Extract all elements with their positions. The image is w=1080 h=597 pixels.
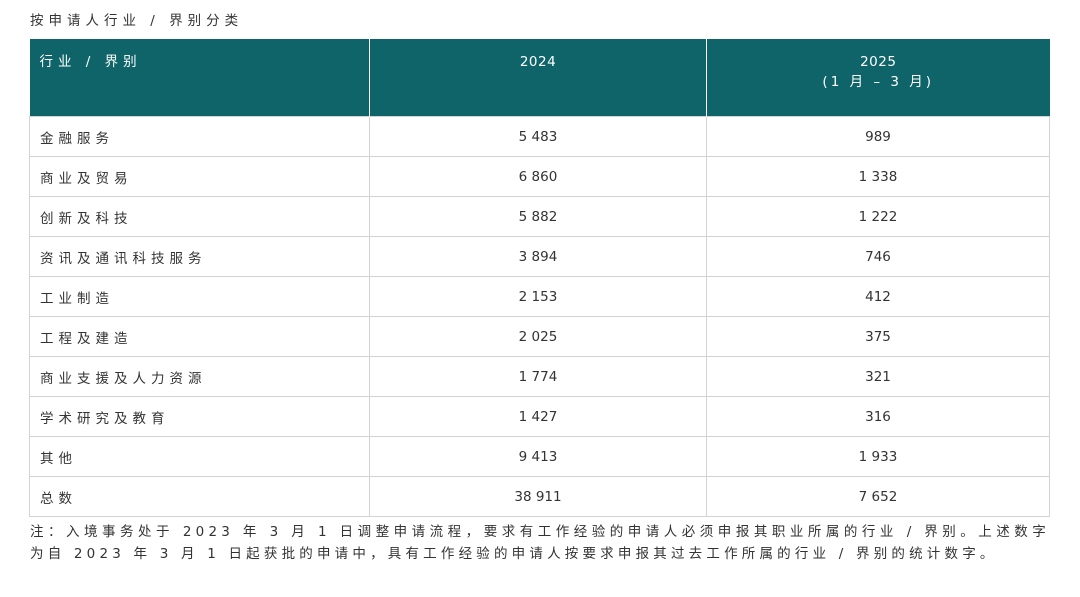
header-category: 行业 / 界别 [29,39,370,117]
table-row-total: 总数 38 911 7 652 [29,476,1050,517]
table-row: 工程及建造 2 025 375 [29,316,1050,357]
value-2025: 375 [706,316,1050,357]
value-2025: 7 652 [706,476,1050,517]
table-row: 商业支援及人力资源 1 774 321 [29,356,1050,397]
table-body: 金融服务 5 483 989 商业及贸易 6 860 1 338 创新及科技 5… [29,116,1050,517]
row-label: 商业及贸易 [29,156,370,197]
value-2025: 1 933 [706,436,1050,477]
row-label: 创新及科技 [29,196,370,237]
value-2024: 2 025 [369,316,707,357]
value-2025: 321 [706,356,1050,397]
value-2024: 38 911 [369,476,707,517]
header-row: 行业 / 界别 2024 2025 (1 月 – 3 月) [29,39,1050,117]
row-label: 金融服务 [29,116,370,157]
value-2024: 1 427 [369,396,707,437]
table-row: 商业及贸易 6 860 1 338 [29,156,1050,197]
value-2024: 2 153 [369,276,707,317]
value-2025: 1 222 [706,196,1050,237]
table-row: 学术研究及教育 1 427 316 [29,396,1050,437]
value-2024: 1 774 [369,356,707,397]
header-2024: 2024 [369,39,707,117]
table-header: 行业 / 界别 2024 2025 (1 月 – 3 月) [29,39,1050,117]
value-2024: 9 413 [369,436,707,477]
header-2025-period: (1 月 – 3 月) [822,74,935,90]
row-label: 其他 [29,436,370,477]
value-2024: 6 860 [369,156,707,197]
value-2025: 316 [706,396,1050,437]
row-label: 商业支援及人力资源 [29,356,370,397]
value-2024: 5 882 [369,196,707,237]
row-label: 总数 [29,476,370,517]
value-2025: 989 [706,116,1050,157]
table-row: 金融服务 5 483 989 [29,116,1050,157]
row-label: 工程及建造 [29,316,370,357]
value-2025: 746 [706,236,1050,277]
value-2025: 412 [706,276,1050,317]
footnote: 注：入境事务处于 2023 年 3 月 1 日调整申请流程，要求有工作经验的申请… [30,524,1050,562]
table-row: 其他 9 413 1 933 [29,436,1050,477]
table-row: 工业制造 2 153 412 [29,276,1050,317]
value-2024: 5 483 [369,116,707,157]
table-caption: 按申请人行业 / 界别分类 [30,13,244,29]
value-2025: 1 338 [706,156,1050,197]
statistics-table: 行业 / 界别 2024 2025 (1 月 – 3 月) 金融服务 5 483… [29,39,1050,517]
table-row: 创新及科技 5 882 1 222 [29,196,1050,237]
row-label: 资讯及通讯科技服务 [29,236,370,277]
table-row: 资讯及通讯科技服务 3 894 746 [29,236,1050,277]
header-2025: 2025 (1 月 – 3 月) [706,39,1050,117]
row-label: 学术研究及教育 [29,396,370,437]
header-2025-year: 2025 [860,54,897,70]
row-label: 工业制造 [29,276,370,317]
value-2024: 3 894 [369,236,707,277]
